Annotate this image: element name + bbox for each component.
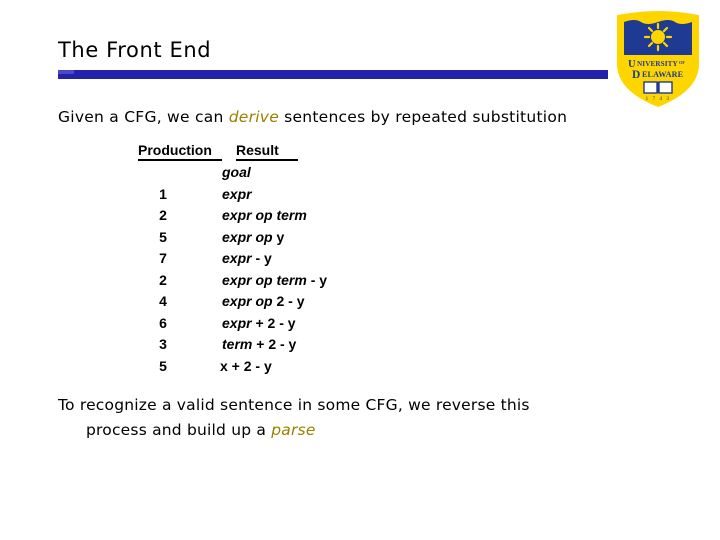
production-number: 7: [159, 250, 167, 266]
closing-line-1: To recognize a valid sentence in some CF…: [58, 396, 530, 414]
derivation-result: goal: [222, 164, 251, 180]
derivation-result: expr: [222, 186, 252, 202]
nonterminal-symbol: expr op: [222, 228, 277, 245]
lead-sentence: Given a CFG, we can derive sentences by …: [58, 108, 567, 126]
title-underline-bar: [58, 70, 608, 79]
table-row: 1 expr: [138, 186, 327, 208]
title-underline-bar-cap: [58, 70, 74, 74]
svg-text:1 7 4 3: 1 7 4 3: [646, 96, 671, 102]
table-row: 5 expr op y: [138, 229, 327, 251]
terminal-symbol: x + 2 - y: [220, 357, 272, 374]
terminal-symbol: + 2 - y: [251, 314, 296, 331]
table-row: 2 expr op term: [138, 207, 327, 229]
closing-paragraph: To recognize a valid sentence in some CF…: [58, 393, 638, 443]
svg-text:NIVERSITY: NIVERSITY: [637, 60, 679, 68]
lead-text-after: sentences by repeated substitution: [278, 108, 568, 126]
table-row: 5 x + 2 - y: [138, 358, 327, 380]
svg-text:OF: OF: [679, 60, 685, 65]
nonterminal-symbol: term: [222, 336, 253, 352]
production-number: 5: [159, 357, 167, 374]
terminal-symbol: - y: [306, 271, 328, 288]
nonterminal-symbol: expr op term: [222, 207, 307, 223]
sun-emblem: [643, 22, 673, 52]
terminal-symbol: + 2 - y: [252, 336, 297, 352]
derivation-result: expr + 2 - y: [222, 315, 296, 331]
table-header-row: Production Result: [138, 142, 327, 161]
column-header-result: Result: [236, 142, 298, 161]
derivation-result: term + 2 - y: [222, 336, 296, 352]
svg-text:D: D: [632, 69, 640, 81]
production-number: 1: [159, 185, 167, 202]
derivation-result: expr op term: [222, 207, 307, 223]
slide-canvas: The Front End U NIVERSITY OF D ELAWARE 1…: [0, 0, 720, 540]
lead-text-before: Given a CFG, we can: [58, 108, 229, 126]
production-number: 5: [159, 228, 167, 245]
terminal-symbol: - y: [251, 250, 272, 266]
derivation-result: expr op term - y: [222, 272, 327, 288]
production-number: 2: [159, 271, 167, 288]
table-row: 2 expr op term - y: [138, 272, 327, 294]
derivation-result: expr op 2 - y: [222, 293, 304, 309]
table-row: goal: [138, 164, 327, 186]
open-book-emblem: [643, 81, 673, 94]
nonterminal-symbol: expr: [222, 185, 252, 202]
derivation-result: expr op y: [222, 229, 284, 245]
page-title: The Front End: [58, 38, 212, 62]
table-row: 3 term + 2 - y: [138, 336, 327, 358]
column-header-production: Production: [138, 142, 222, 161]
university-of-delaware-logo: U NIVERSITY OF D ELAWARE 1 7 4 3: [606, 6, 710, 110]
closing-line-2-text: process and build up a: [86, 421, 272, 439]
nonterminal-symbol: expr op: [222, 293, 277, 309]
derivation-result: expr - y: [222, 250, 272, 266]
production-number: 6: [159, 314, 167, 331]
nonterminal-symbol: goal: [222, 164, 251, 180]
production-number: 3: [159, 336, 167, 352]
terminal-symbol: 2 - y: [276, 293, 305, 309]
nonterminal-symbol: expr: [222, 314, 252, 331]
table-row: 6 expr + 2 - y: [138, 315, 327, 337]
svg-text:ELAWARE: ELAWARE: [642, 70, 684, 79]
derivation-table: Production Result goal 1 expr 2 expr op term…: [138, 142, 327, 379]
table-body: goal 1 expr 2 expr op term 5 expr op y 7 expr - …: [138, 164, 327, 379]
production-number: 4: [159, 293, 167, 309]
table-row: 4 expr op 2 - y: [138, 293, 327, 315]
lead-emphasis-derive: derive: [228, 108, 279, 126]
closing-line-2: process and build up a parse: [58, 418, 638, 443]
derivation-result: x + 2 - y: [220, 358, 272, 374]
table-row: 7 expr - y: [138, 250, 327, 272]
production-number: 2: [159, 207, 167, 223]
closing-emphasis-parse: parse: [271, 421, 316, 439]
nonterminal-symbol: expr op term: [222, 271, 307, 288]
terminal-symbol: y: [276, 228, 285, 245]
nonterminal-symbol: expr: [222, 250, 252, 266]
